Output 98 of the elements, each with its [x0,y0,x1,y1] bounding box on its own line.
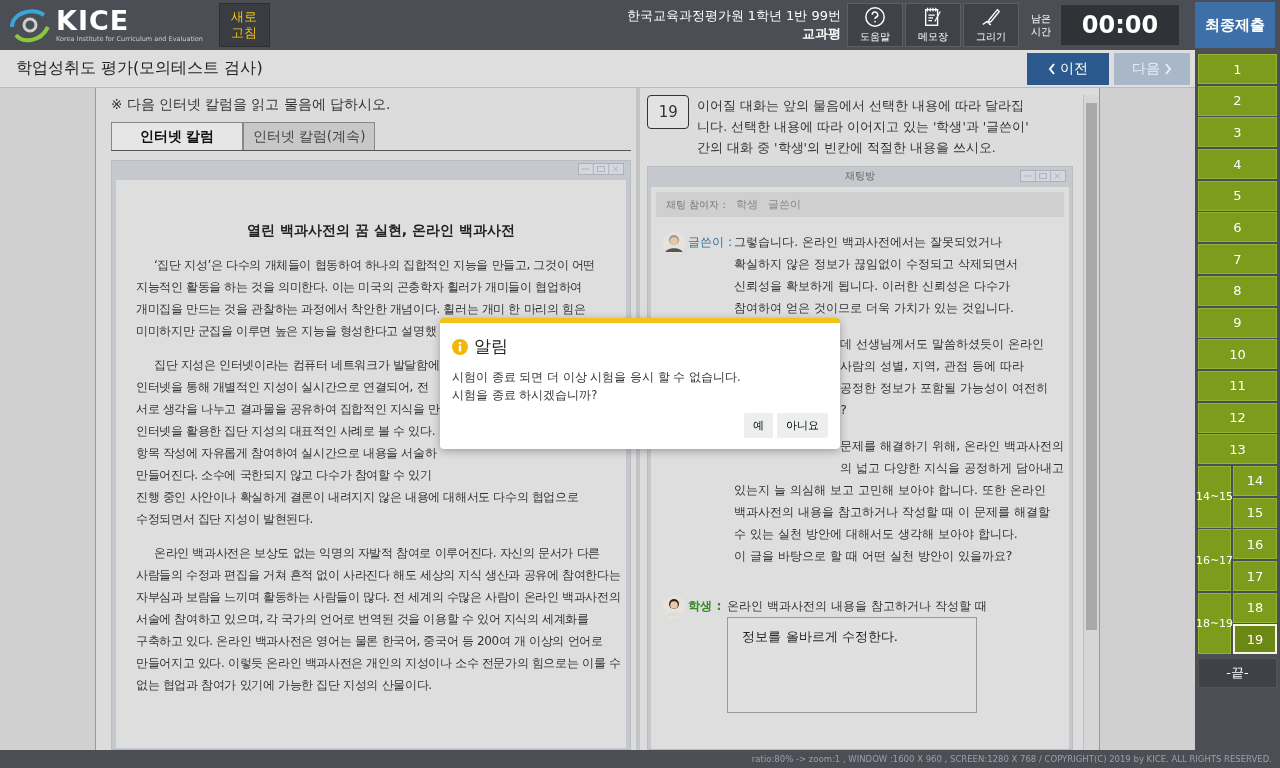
chat-text-line: 사람의 성별, 지역, 관점 등에 따라 [840,357,1024,375]
passage-text-line: 인터넷을 활용한 집단 지성의 대표적인 사례로 볼 수 있다. [136,423,436,440]
refresh-button[interactable]: 새로 고침 [218,3,270,47]
writer-avatar-icon [662,231,687,255]
help-icon [864,6,886,28]
passage-text-line: 지능적인 활동을 하는 것을 의미한다. 이는 미국의 곤충학자 휠러가 개미들이 협업하여 [136,279,582,296]
question-group-label: 18~19 [1198,592,1231,655]
passage-text-line: 미미하지만 군집을 이루면 높은 지능을 형성한다고 설명했 [136,323,437,340]
previous-button[interactable]: 이전 [1027,52,1109,85]
question-nav-item[interactable]: 19 [1233,624,1277,655]
dialog-button[interactable]: 예 [744,413,773,438]
question-nav-item[interactable]: 12 [1198,402,1277,433]
chat-text-line: 그렇습니다. 온라인 백과사전에서는 잘못되었거나 [734,233,1003,251]
passage-tab[interactable]: 인터넷 칼럼 [111,122,243,150]
passage-text-line: 수정되면서 집단 지성이 발현된다. [136,511,313,528]
passage-text-line: 만들어지고 있다. 이렇듯 온라인 백과사전은 개인의 지성이나 소수 전문가의 힘으로는 이룰 수 [136,655,621,672]
speaker-label: 글쓴이 : [688,233,733,251]
chat-text-line: 공정한 정보가 포함될 가능성이 여전히 [840,379,1049,397]
question-group-label: 14~15 [1198,465,1231,528]
chat-text-line: 수 있는 실천 방안에 대해서도 생각해 보아야 합니다. [734,525,1018,543]
question-nav-item[interactable]: 10 [1198,339,1277,370]
window-controls-icon [578,163,625,175]
speaker-label: 학생 : [688,597,722,615]
passage-text-line: 항목 작성에 자유롭게 참여하여 실시간으로 내용을 서술하 [136,445,437,462]
question-nav-item[interactable]: 18 [1233,592,1277,623]
passage-text-line: 서술에 참여하고 있으며, 각 국가의 언어로 번역된 것을 이용할 수 있어 지식의 세계화를 [136,611,589,628]
passage-text-line: 서로 생각을 나누고 결과물을 공유하여 집합적인 지식을 만 [136,401,440,418]
passage-text-line: 진행 중인 사안이나 확실하게 결론이 내려지지 않은 내용에 대해서도 다수의 협업으로 [136,489,579,506]
chat-text-line: 온라인 백과사전의 내용을 참고하거나 작성할 때 [727,597,988,615]
answer-box[interactable]: 정보를 올바르게 수정한다. [727,617,978,713]
question-nav-item[interactable]: 6 [1198,212,1277,243]
passage-heading: 열린 백과사전의 꿈 실현, 온라인 백과사전 [246,222,516,240]
notepad-icon [922,6,944,28]
passage-text-line: 개미집을 만드는 것을 관찰하는 과정에서 착안한 개념이다. 휠러는 개미 한 마리의 힘은 [136,301,586,318]
question-group-label: 16~17 [1198,529,1231,591]
question-nav-item[interactable]: 4 [1198,149,1277,180]
passage-text-line: 온라인 백과사전은 보상도 없는 익명의 자발적 참여로 이루어진다. 자신의 문서가 다른 [153,545,600,562]
help-tool-button[interactable]: 도움말 [847,3,903,47]
draw-tool-button[interactable]: 그리기 [963,3,1019,47]
memo-tool-button[interactable]: 메모장 [905,3,961,47]
participant-name: 글쓴이 [767,197,801,212]
question-nav-item[interactable]: 16 [1233,529,1277,560]
question-nav-item[interactable]: 2 [1198,85,1277,116]
chat-text-line: 이 글을 바탕으로 할 때 어떤 실천 방안이 있을까요? [734,547,1013,565]
question-nav-item[interactable]: 3 [1198,117,1277,148]
question-text: 이어질 대화는 앞의 물음에서 선택한 내용에 따라 달라집니다. 선택한 내용에 따라 이어지고 있는 '학생'과 '글쓴이' 간의 대화 중 '학생'의 빈칸에 적절한 내용을 쓰시오. [697,97,1030,157]
question-nav-item[interactable]: 5 [1198,180,1277,211]
question-nav-item[interactable]: 13 [1198,434,1277,465]
question-nav-item[interactable]: 17 [1233,561,1277,591]
passage-text-line: 사람들의 수정과 편집을 거쳐 흔적 없이 사라진다 해도 세상의 지식 생산과 공유에 참여한다는 [136,567,621,584]
question-nav-item[interactable]: 1 [1198,54,1277,84]
chevron-right-icon [1164,62,1172,75]
final-submit-button[interactable]: 최종제출 [1195,2,1275,48]
timer-label: 남은 시간 [1031,12,1052,38]
passage-text-line: 인터넷을 통해 개별적인 지성이 실시간으로 연결되어, 전 [136,379,429,396]
question-nav-item[interactable]: 7 [1198,244,1277,275]
passage-text-line: 만들어진다. 소수에 국한되지 않고 다수가 참여할 수 있기 [136,467,432,484]
status-bar: ratio:80% -> zoom:1 , WINDOW :1600 X 960 , SCREEN:1280 X 768 / COPYRIGHT(C) 2019 by KICE. ALL RIGHTS RESERVED. [0,750,1280,768]
chat-text-line: 백과사전의 내용을 참고하거나 작성할 때 이 문제를 해결할 [734,503,1050,521]
question-nav-item[interactable]: 15 [1233,497,1277,528]
question-nav-item[interactable]: 11 [1198,370,1277,401]
chat-text-line: 의 넓고 다양한 지식을 공정하게 담아내고 [840,459,1064,477]
student-avatar-icon [662,595,687,619]
instruction-text: ※ 다음 인터넷 칼럼을 읽고 물음에 답하시오. [111,96,392,114]
logo-text: KICE [56,7,131,35]
participant-name: 학생 [735,197,758,212]
passage-text-line: ‘집단 지성’은 다수의 개체들이 협동하여 하나의 집합적인 지능을 만들고, 그것이 어떤 [153,257,596,274]
participants-label: 채팅 참여자 : [666,197,726,212]
chat-text-line: 있는지 늘 의심해 보고 고민해 보아야 합니다. 또한 온라인 [734,481,1046,499]
info-icon [452,338,468,355]
chat-text-line: 데 선생님께서도 말씀하셨듯이 온라인 [840,335,1045,353]
passage-tab[interactable]: 인터넷 칼럼(계속) [243,122,375,150]
timer-display: 00:00 [1061,5,1179,45]
dialog-title: 알림 [474,335,508,358]
dialog-button[interactable]: 아니요 [777,413,828,438]
passage-text-line: 집단 지성은 인터넷이라는 컴퓨터 네트워크가 발달함에 [153,357,440,374]
scrollbar[interactable] [1083,95,1099,750]
end-button[interactable]: -끝- [1198,658,1277,689]
question-nav-item[interactable]: 14 [1233,465,1277,496]
passage-text-line: 자부심과 보람을 느끼며 활동하는 사람들이 많다. 전 세계의 수많은 사람이 온라인 백과사전의 [136,589,621,606]
chat-text-line: ? [840,401,847,419]
chevron-left-icon [1048,62,1056,75]
question-number: 19 [647,95,690,129]
question-nav-item[interactable]: 9 [1198,307,1277,338]
chat-window-title: 채팅방 [845,169,876,183]
subject-name: 교과평 [802,25,841,43]
chat-text-line: 신뢰성을 확보하게 됩니다. 이러한 신뢰성은 다수가 [734,277,1010,295]
pencil-icon [980,6,1002,28]
dialog-message: 시험이 종료 되면 더 이상 시험을 응시 할 수 없습니다. 시험을 종료 하시겠습니까? [452,369,742,404]
chat-text-line: 참여하여 얻은 것이므로 더욱 가치가 있는 것입니다. [734,299,1014,317]
student-info: 한국교육과정평가원 1학년 1반 99번 [626,7,841,25]
passage-text-line: 구축하고 있다. 온라인 백과사전은 영어는 물론 한국어, 중국어 등 200여 개 이상의 언어로 [136,633,603,650]
passage-text-line: 없는 협업과 참여가 있기에 가능한 집단 지성의 산물이다. [136,677,432,694]
chat-text-line: 확실하지 않은 정보가 끊임없이 수정되고 삭제되면서 [734,255,1018,273]
question-nav-item[interactable]: 8 [1198,275,1277,306]
exam-title: 학업성취도 평가(모의테스트 검사) [16,58,264,79]
window-controls-icon [1020,170,1066,182]
chat-text-line: 문제를 해결하기 위해, 온라인 백과사전의 [840,437,1064,455]
